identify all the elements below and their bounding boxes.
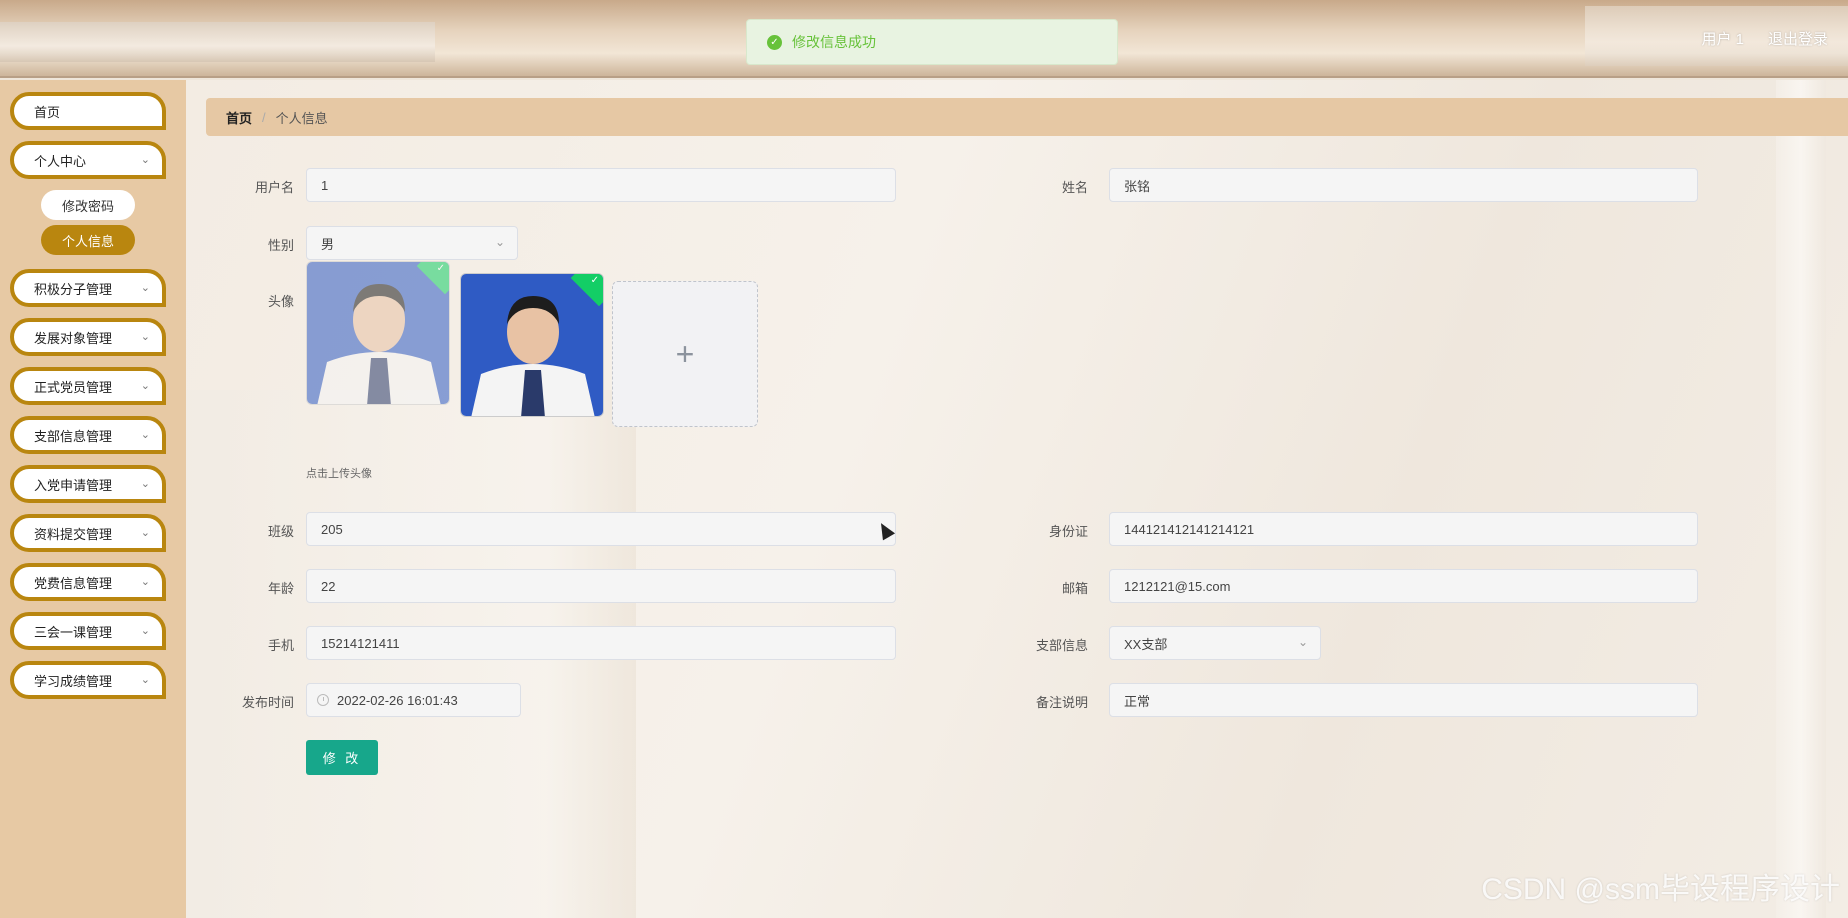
chevron-down-icon: ⌄ bbox=[140, 576, 150, 588]
publish-time-value: 2022-02-26 16:01:43 bbox=[337, 692, 458, 708]
age-value: 22 bbox=[321, 578, 336, 594]
chevron-down-icon: ⌄ bbox=[140, 625, 150, 637]
class-field[interactable]: 205 bbox=[306, 512, 896, 546]
avatar-upload-button[interactable]: + bbox=[612, 281, 758, 427]
sidebar-item-label: 个人中心 bbox=[34, 153, 87, 169]
success-check-icon: ✓ bbox=[767, 34, 782, 50]
chevron-down-icon: ⌄ bbox=[140, 282, 150, 294]
class-label: 班级 bbox=[267, 524, 294, 539]
breadcrumb-current: 个人信息 bbox=[275, 110, 328, 126]
chevron-down-icon: ⌄ bbox=[140, 527, 150, 539]
sidebar-item-home[interactable]: 首页 bbox=[10, 92, 166, 130]
branch-value: XX支部 bbox=[1124, 636, 1168, 652]
phone-field[interactable]: 15214121411 bbox=[306, 626, 896, 660]
logout-link[interactable]: 退出登录 bbox=[1768, 28, 1828, 49]
sidebar-item-meetings[interactable]: 三会一课管理 ⌄ bbox=[10, 612, 166, 650]
avatar-thumbnail[interactable]: ✓ bbox=[460, 273, 604, 417]
chevron-down-icon: ⌄ bbox=[140, 154, 150, 166]
watermark: CSDN @ssm毕设程序设计 bbox=[1481, 873, 1840, 906]
sidebar-item-label: 正式党员管理 bbox=[34, 379, 113, 395]
plus-icon: + bbox=[675, 335, 695, 372]
check-icon: ✓ bbox=[436, 263, 445, 274]
id-card-field[interactable]: 144121412141214121 bbox=[1109, 512, 1698, 546]
username-value: 1 bbox=[321, 177, 329, 193]
id-card-label: 身份证 bbox=[1048, 524, 1088, 539]
sidebar-item-activists[interactable]: 积极分子管理 ⌄ bbox=[10, 269, 166, 307]
chevron-down-icon: ⌄ bbox=[494, 235, 505, 249]
breadcrumb-home[interactable]: 首页 bbox=[226, 108, 252, 127]
sidebar-item-grades[interactable]: 学习成绩管理 ⌄ bbox=[10, 661, 166, 699]
clock-icon bbox=[317, 694, 329, 706]
avatar-photo-image bbox=[461, 274, 603, 416]
sidebar-item-label: 党费信息管理 bbox=[34, 575, 113, 591]
check-icon: ✓ bbox=[590, 275, 599, 286]
sidebar-item-label: 入党申请管理 bbox=[34, 477, 113, 493]
username-field[interactable]: 1 bbox=[306, 168, 896, 202]
chevron-down-icon: ⌄ bbox=[140, 380, 150, 392]
publish-time-picker[interactable]: 2022-02-26 16:01:43 bbox=[306, 683, 521, 717]
branch-select[interactable]: XX支部 ⌄ bbox=[1109, 626, 1321, 660]
name-field[interactable]: 张铭 bbox=[1109, 168, 1698, 202]
sidebar-subitem-personal-info[interactable]: 个人信息 bbox=[41, 225, 135, 255]
sidebar-item-dues[interactable]: 党费信息管理 ⌄ bbox=[10, 563, 166, 601]
avatar-label: 头像 bbox=[267, 294, 294, 309]
sidebar-item-submissions[interactable]: 资料提交管理 ⌄ bbox=[10, 514, 166, 552]
header-decoration-left bbox=[0, 22, 435, 62]
branch-label: 支部信息 bbox=[1035, 638, 1088, 653]
header-user-area: 用户 1 退出登录 bbox=[1701, 28, 1828, 49]
email-value: 1212121@15.com bbox=[1124, 578, 1231, 594]
class-value: 205 bbox=[321, 521, 343, 537]
phone-value: 15214121411 bbox=[321, 635, 400, 651]
chevron-down-icon: ⌄ bbox=[1297, 635, 1308, 649]
sidebar-item-label: 首页 bbox=[34, 104, 61, 120]
sidebar-subitem-label: 修改密码 bbox=[61, 198, 114, 214]
breadcrumb-separator: / bbox=[262, 109, 266, 125]
breadcrumb: 首页 / 个人信息 bbox=[206, 98, 1848, 136]
sidebar-item-personal-center[interactable]: 个人中心 ⌄ bbox=[10, 141, 166, 179]
avatar-thumbnail-faded[interactable]: ✓ bbox=[306, 261, 450, 405]
avatar-photo-image bbox=[307, 262, 449, 404]
username-label: 用户名 bbox=[254, 180, 294, 195]
name-label: 姓名 bbox=[1061, 180, 1088, 195]
sidebar-item-label: 三会一课管理 bbox=[34, 624, 113, 640]
email-label: 邮箱 bbox=[1061, 581, 1088, 596]
age-label: 年龄 bbox=[267, 581, 294, 596]
name-value: 张铭 bbox=[1124, 178, 1151, 194]
sidebar-item-applications[interactable]: 入党申请管理 ⌄ bbox=[10, 465, 166, 503]
sidebar-item-full-members[interactable]: 正式党员管理 ⌄ bbox=[10, 367, 166, 405]
id-card-value: 144121412141214121 bbox=[1124, 521, 1255, 537]
toast-message: 修改信息成功 bbox=[792, 34, 876, 50]
current-user-label[interactable]: 用户 1 bbox=[1701, 28, 1744, 49]
sidebar: 首页 个人中心 ⌄ 修改密码 个人信息 积极分子管理 ⌄ 发展对象管理 ⌄ 正式… bbox=[0, 80, 186, 918]
chevron-down-icon: ⌄ bbox=[140, 478, 150, 490]
avatar-upload-hint: 点击上传头像 bbox=[306, 468, 372, 480]
phone-label: 手机 bbox=[267, 638, 294, 653]
background-decoration bbox=[1776, 80, 1826, 918]
sidebar-item-label: 学习成绩管理 bbox=[34, 673, 113, 689]
success-toast: ✓ 修改信息成功 bbox=[746, 19, 1118, 65]
main-content: 首页 / 个人信息 用户名 1 姓名 张铭 性别 男 ⌄ 头像 ✓ ✓ + 点击… bbox=[186, 80, 1848, 918]
sidebar-subitem-change-password[interactable]: 修改密码 bbox=[41, 190, 135, 220]
publish-time-label: 发布时间 bbox=[241, 695, 294, 710]
sidebar-item-label: 发展对象管理 bbox=[34, 330, 113, 346]
chevron-down-icon: ⌄ bbox=[140, 331, 150, 343]
chevron-down-icon: ⌄ bbox=[140, 429, 150, 441]
chevron-down-icon: ⌄ bbox=[140, 674, 150, 686]
gender-label: 性别 bbox=[267, 238, 294, 253]
sidebar-item-label: 积极分子管理 bbox=[34, 281, 113, 297]
gender-select[interactable]: 男 ⌄ bbox=[306, 226, 518, 260]
gender-value: 男 bbox=[321, 236, 335, 252]
sidebar-item-label: 资料提交管理 bbox=[34, 526, 113, 542]
submit-modify-button[interactable]: 修 改 bbox=[306, 740, 378, 775]
sidebar-item-development-targets[interactable]: 发展对象管理 ⌄ bbox=[10, 318, 166, 356]
remark-value: 正常 bbox=[1124, 693, 1151, 709]
email-field[interactable]: 1212121@15.com bbox=[1109, 569, 1698, 603]
age-field[interactable]: 22 bbox=[306, 569, 896, 603]
remark-field[interactable]: 正常 bbox=[1109, 683, 1698, 717]
sidebar-subitem-label: 个人信息 bbox=[61, 233, 114, 249]
sidebar-item-label: 支部信息管理 bbox=[34, 428, 113, 444]
remark-label: 备注说明 bbox=[1035, 695, 1088, 710]
sidebar-item-branch-info[interactable]: 支部信息管理 ⌄ bbox=[10, 416, 166, 454]
